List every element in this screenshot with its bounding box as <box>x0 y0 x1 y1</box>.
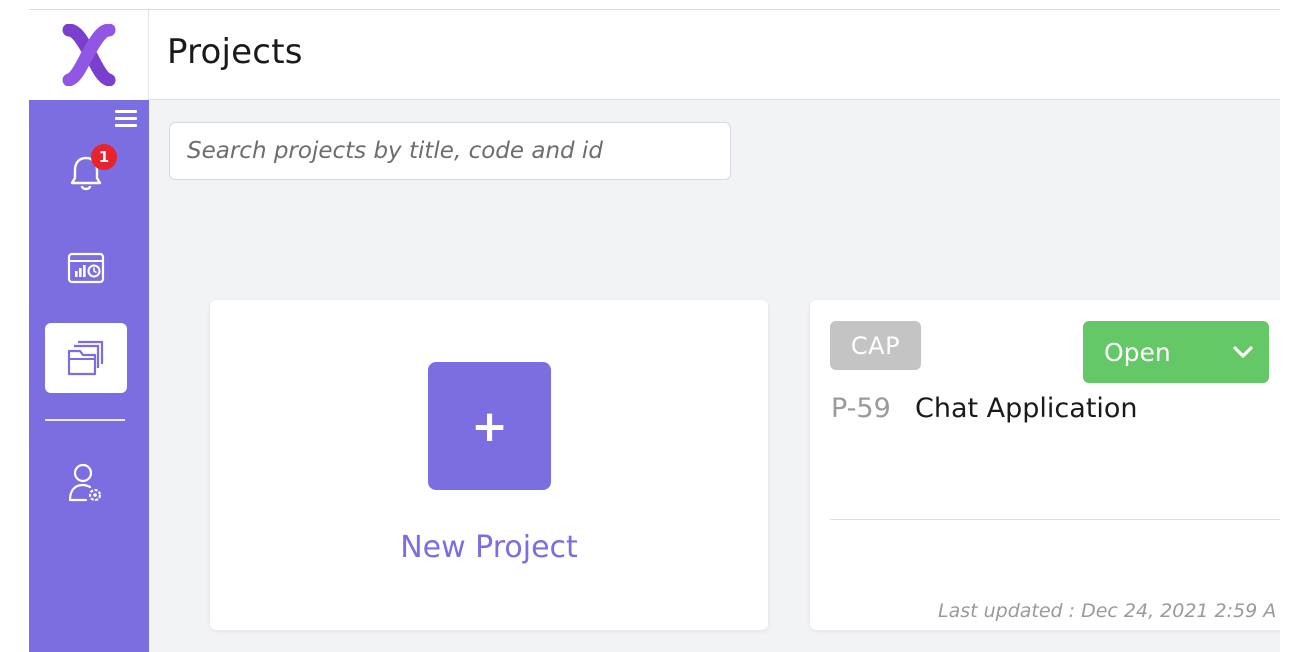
plus-glyph: + <box>471 400 508 452</box>
last-updated-text: Last updated : Dec 24, 2021 2:59 A <box>938 600 1277 622</box>
sidebar-divider <box>45 419 125 421</box>
search-input[interactable] <box>169 122 731 180</box>
new-project-card[interactable]: + New Project <box>210 300 768 630</box>
status-label: Open <box>1104 337 1171 367</box>
app-logo[interactable] <box>29 10 149 100</box>
page-header: Projects <box>149 10 1280 100</box>
project-card[interactable]: CAP Open P-59 Chat Application Last upda… <box>810 300 1280 630</box>
card-divider <box>830 519 1280 520</box>
new-project-label: New Project <box>400 530 578 565</box>
plus-icon[interactable]: + <box>428 362 551 490</box>
project-tag: CAP <box>830 321 921 370</box>
sidebar-item-projects[interactable] <box>45 323 127 393</box>
hamburger-menu-icon[interactable] <box>115 110 137 130</box>
page-title: Projects <box>167 32 303 72</box>
folders-icon <box>67 340 104 376</box>
project-title[interactable]: Chat Application <box>915 393 1138 424</box>
user-gear-icon <box>68 463 102 502</box>
status-dropdown-button[interactable]: Open <box>1083 321 1269 383</box>
project-code: P-59 <box>831 393 891 424</box>
sidebar-item-user-settings[interactable] <box>45 448 127 518</box>
x-logo-icon <box>62 24 115 86</box>
notification-badge: 1 <box>91 144 117 170</box>
main-content: + New Project CAP Open P-59 Chat Applica… <box>149 100 1280 652</box>
sidebar: 1 <box>29 100 149 652</box>
dashboard-chart-icon <box>67 252 105 284</box>
chevron-down-icon <box>1233 346 1253 358</box>
sidebar-item-dashboard[interactable] <box>45 233 127 303</box>
sidebar-item-notifications[interactable] <box>45 138 127 208</box>
